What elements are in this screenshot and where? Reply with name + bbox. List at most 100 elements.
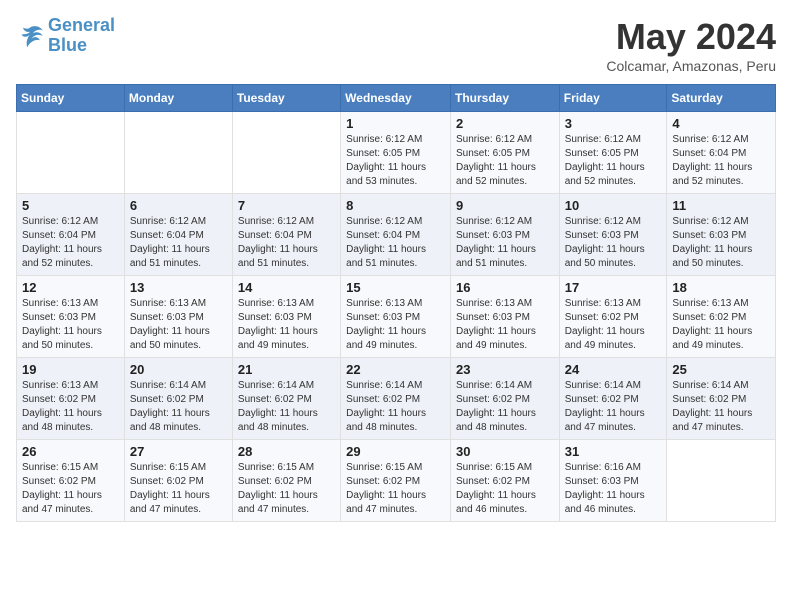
day-number: 3 xyxy=(565,116,662,131)
day-info: Sunrise: 6:13 AM Sunset: 6:02 PM Dayligh… xyxy=(22,379,119,435)
location-subtitle: Colcamar, Amazonas, Peru xyxy=(606,58,776,74)
calendar-cell: 22Sunrise: 6:14 AM Sunset: 6:02 PM Dayli… xyxy=(341,358,451,440)
day-number: 18 xyxy=(672,280,770,295)
day-info: Sunrise: 6:13 AM Sunset: 6:03 PM Dayligh… xyxy=(130,297,227,353)
logo: General Blue xyxy=(16,16,115,56)
day-info: Sunrise: 6:14 AM Sunset: 6:02 PM Dayligh… xyxy=(565,379,662,435)
calendar-table: Sunday Monday Tuesday Wednesday Thursday… xyxy=(16,84,776,522)
calendar-cell: 20 Sunrise: 6:14 AM Sunset: 6:02 PM Dayli… xyxy=(124,358,232,440)
day-info: Sunrise: 6:12 AM Sunset: 6:04 PM Dayligh… xyxy=(346,215,445,271)
day-number: 25 xyxy=(672,362,770,377)
day-info: Sunrise: 6:13 AM Sunset: 6:03 PM Dayligh… xyxy=(456,297,554,353)
day-number: 5 xyxy=(22,198,119,213)
calendar-week-row: 26Sunrise: 6:15 AM Sunset: 6:02 PM Dayli… xyxy=(17,440,776,522)
day-info: Sunrise: 6:13 AM Sunset: 6:02 PM Dayligh… xyxy=(672,297,770,353)
day-info: Sunrise: 6:12 AM Sunset: 6:03 PM Dayligh… xyxy=(565,215,662,271)
calendar-cell xyxy=(17,112,125,194)
day-info: Sunrise: 6:13 AM Sunset: 6:03 PM Dayligh… xyxy=(22,297,119,353)
calendar-week-row: 19 Sunrise: 6:13 AM Sunset: 6:02 PM Dayli… xyxy=(17,358,776,440)
day-number: 20 xyxy=(130,362,227,377)
day-info: Sunrise: 6:15 AM Sunset: 6:02 PM Dayligh… xyxy=(456,461,554,517)
day-info: Sunrise: 6:12 AM Sunset: 6:03 PM Dayligh… xyxy=(672,215,770,271)
day-info: Sunrise: 6:12 AM Sunset: 6:03 PM Dayligh… xyxy=(456,215,554,271)
day-number: 4 xyxy=(672,116,770,131)
logo-line1: General xyxy=(48,15,115,35)
header-saturday: Saturday xyxy=(667,85,776,112)
calendar-cell: 23Sunrise: 6:14 AM Sunset: 6:02 PM Dayli… xyxy=(450,358,559,440)
calendar-cell: 4 Sunrise: 6:12 AM Sunset: 6:04 PM Daylig… xyxy=(667,112,776,194)
day-number: 16 xyxy=(456,280,554,295)
day-number: 29 xyxy=(346,444,445,459)
calendar-cell: 17Sunrise: 6:13 AM Sunset: 6:02 PM Dayli… xyxy=(559,276,667,358)
calendar-week-row: 5 Sunrise: 6:12 AM Sunset: 6:04 PM Daylig… xyxy=(17,194,776,276)
calendar-cell: 27Sunrise: 6:15 AM Sunset: 6:02 PM Dayli… xyxy=(124,440,232,522)
calendar-cell: 7Sunrise: 6:12 AM Sunset: 6:04 PM Daylig… xyxy=(232,194,340,276)
calendar-cell xyxy=(667,440,776,522)
day-info: Sunrise: 6:12 AM Sunset: 6:05 PM Dayligh… xyxy=(565,133,662,189)
day-info: Sunrise: 6:15 AM Sunset: 6:02 PM Dayligh… xyxy=(238,461,335,517)
header-thursday: Thursday xyxy=(450,85,559,112)
month-title: May 2024 xyxy=(606,16,776,58)
calendar-cell: 6 Sunrise: 6:12 AM Sunset: 6:04 PM Daylig… xyxy=(124,194,232,276)
calendar-cell: 31 Sunrise: 6:16 AM Sunset: 6:03 PM Dayli… xyxy=(559,440,667,522)
day-info: Sunrise: 6:12 AM Sunset: 6:05 PM Dayligh… xyxy=(456,133,554,189)
calendar-cell: 3 Sunrise: 6:12 AM Sunset: 6:05 PM Daylig… xyxy=(559,112,667,194)
calendar-cell xyxy=(232,112,340,194)
calendar-week-row: 12 Sunrise: 6:13 AM Sunset: 6:03 PM Dayli… xyxy=(17,276,776,358)
calendar-cell: 16 Sunrise: 6:13 AM Sunset: 6:03 PM Dayli… xyxy=(450,276,559,358)
day-info: Sunrise: 6:14 AM Sunset: 6:02 PM Dayligh… xyxy=(238,379,335,435)
day-number: 31 xyxy=(565,444,662,459)
logo-line2: Blue xyxy=(48,35,87,55)
day-number: 2 xyxy=(456,116,554,131)
day-info: Sunrise: 6:14 AM Sunset: 6:02 PM Dayligh… xyxy=(130,379,227,435)
calendar-cell: 2 Sunrise: 6:12 AM Sunset: 6:05 PM Daylig… xyxy=(450,112,559,194)
header-friday: Friday xyxy=(559,85,667,112)
day-number: 8 xyxy=(346,198,445,213)
calendar-cell: 13 Sunrise: 6:13 AM Sunset: 6:03 PM Dayli… xyxy=(124,276,232,358)
day-info: Sunrise: 6:14 AM Sunset: 6:02 PM Dayligh… xyxy=(456,379,554,435)
calendar-cell: 8 Sunrise: 6:12 AM Sunset: 6:04 PM Daylig… xyxy=(341,194,451,276)
day-number: 10 xyxy=(565,198,662,213)
calendar-cell: 14Sunrise: 6:13 AM Sunset: 6:03 PM Dayli… xyxy=(232,276,340,358)
calendar-cell: 21 Sunrise: 6:14 AM Sunset: 6:02 PM Dayli… xyxy=(232,358,340,440)
weekday-header-row: Sunday Monday Tuesday Wednesday Thursday… xyxy=(17,85,776,112)
day-number: 7 xyxy=(238,198,335,213)
calendar-cell: 5 Sunrise: 6:12 AM Sunset: 6:04 PM Daylig… xyxy=(17,194,125,276)
day-number: 22 xyxy=(346,362,445,377)
calendar-cell: 28 Sunrise: 6:15 AM Sunset: 6:02 PM Dayli… xyxy=(232,440,340,522)
day-number: 28 xyxy=(238,444,335,459)
calendar-cell: 1Sunrise: 6:12 AM Sunset: 6:05 PM Daylig… xyxy=(341,112,451,194)
calendar-cell: 26Sunrise: 6:15 AM Sunset: 6:02 PM Dayli… xyxy=(17,440,125,522)
day-number: 12 xyxy=(22,280,119,295)
calendar-cell: 15Sunrise: 6:13 AM Sunset: 6:03 PM Dayli… xyxy=(341,276,451,358)
day-info: Sunrise: 6:12 AM Sunset: 6:04 PM Dayligh… xyxy=(672,133,770,189)
day-info: Sunrise: 6:15 AM Sunset: 6:02 PM Dayligh… xyxy=(346,461,445,517)
day-info: Sunrise: 6:12 AM Sunset: 6:04 PM Dayligh… xyxy=(22,215,119,271)
calendar-cell: 25Sunrise: 6:14 AM Sunset: 6:02 PM Dayli… xyxy=(667,358,776,440)
logo-icon xyxy=(16,22,44,50)
day-info: Sunrise: 6:12 AM Sunset: 6:04 PM Dayligh… xyxy=(130,215,227,271)
day-info: Sunrise: 6:16 AM Sunset: 6:03 PM Dayligh… xyxy=(565,461,662,517)
calendar-cell: 18 Sunrise: 6:13 AM Sunset: 6:02 PM Dayli… xyxy=(667,276,776,358)
calendar-cell: 10 Sunrise: 6:12 AM Sunset: 6:03 PM Dayli… xyxy=(559,194,667,276)
day-number: 27 xyxy=(130,444,227,459)
header-wednesday: Wednesday xyxy=(341,85,451,112)
calendar-cell: 9 Sunrise: 6:12 AM Sunset: 6:03 PM Daylig… xyxy=(450,194,559,276)
calendar-cell xyxy=(124,112,232,194)
calendar-cell: 24Sunrise: 6:14 AM Sunset: 6:02 PM Dayli… xyxy=(559,358,667,440)
header-sunday: Sunday xyxy=(17,85,125,112)
day-info: Sunrise: 6:15 AM Sunset: 6:02 PM Dayligh… xyxy=(22,461,119,517)
calendar-cell: 30Sunrise: 6:15 AM Sunset: 6:02 PM Dayli… xyxy=(450,440,559,522)
page-header: General Blue May 2024 Colcamar, Amazonas… xyxy=(16,16,776,74)
calendar-cell: 19 Sunrise: 6:13 AM Sunset: 6:02 PM Dayli… xyxy=(17,358,125,440)
day-number: 19 xyxy=(22,362,119,377)
day-info: Sunrise: 6:13 AM Sunset: 6:02 PM Dayligh… xyxy=(565,297,662,353)
day-number: 21 xyxy=(238,362,335,377)
day-number: 13 xyxy=(130,280,227,295)
day-info: Sunrise: 6:13 AM Sunset: 6:03 PM Dayligh… xyxy=(238,297,335,353)
day-number: 6 xyxy=(130,198,227,213)
day-number: 11 xyxy=(672,198,770,213)
day-number: 9 xyxy=(456,198,554,213)
logo-text: General Blue xyxy=(48,16,115,56)
day-info: Sunrise: 6:13 AM Sunset: 6:03 PM Dayligh… xyxy=(346,297,445,353)
